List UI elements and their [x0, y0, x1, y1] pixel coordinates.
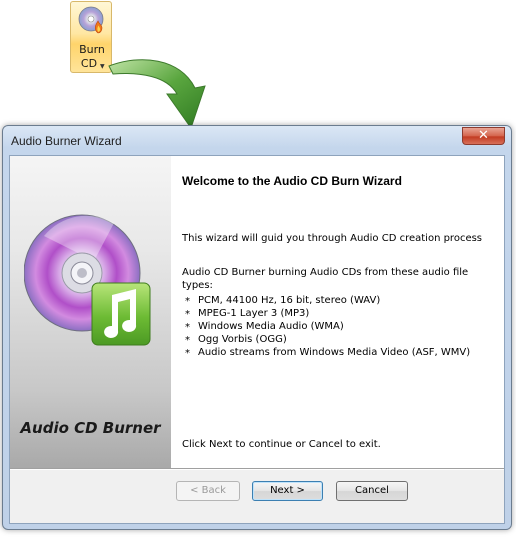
window-title: Audio Burner Wizard — [11, 134, 122, 148]
intro-text: This wizard will guid you through Audio … — [182, 233, 483, 244]
formats-list: PCM, 44100 Hz, 16 bit, stereo (WAV) MPEG… — [182, 294, 470, 360]
list-item: PCM, 44100 Hz, 16 bit, stereo (WAV) — [182, 294, 470, 308]
back-button[interactable]: < Back — [176, 481, 240, 501]
list-item: Audio streams from Windows Media Video (… — [182, 346, 470, 360]
list-item: MPEG-1 Layer 3 (MP3) — [182, 307, 470, 321]
list-item: Ogg Vorbis (OGG) — [182, 333, 470, 347]
list-item: Windows Media Audio (WMA) — [182, 320, 470, 334]
audio-cd-music-note-icon — [24, 214, 151, 346]
next-button[interactable]: Next > — [252, 481, 323, 501]
footer-text: Click Next to continue or Cancel to exit… — [182, 439, 381, 450]
wizard-side-panel: Audio CD Burner — [10, 156, 171, 468]
page-title: Welcome to the Audio CD Burn Wizard — [182, 174, 402, 188]
wizard-content: Welcome to the Audio CD Burn Wizard This… — [171, 156, 504, 468]
wizard-client-area: Audio CD Burner Welcome to the Audio CD … — [9, 155, 505, 524]
burn-cd-icon — [78, 6, 104, 34]
formats-intro-line1: Audio CD Burner burning Audio CDs from t… — [182, 267, 469, 278]
brand-text: Audio CD Burner — [20, 419, 161, 437]
divider — [10, 468, 504, 470]
formats-intro-line2: types: — [182, 280, 213, 291]
wizard-window: Audio Burner Wizard ✕ Audio CD Burner We… — [2, 125, 512, 530]
cancel-button[interactable]: Cancel — [336, 481, 408, 501]
close-button[interactable]: ✕ — [462, 127, 505, 145]
close-icon: ✕ — [478, 128, 489, 143]
